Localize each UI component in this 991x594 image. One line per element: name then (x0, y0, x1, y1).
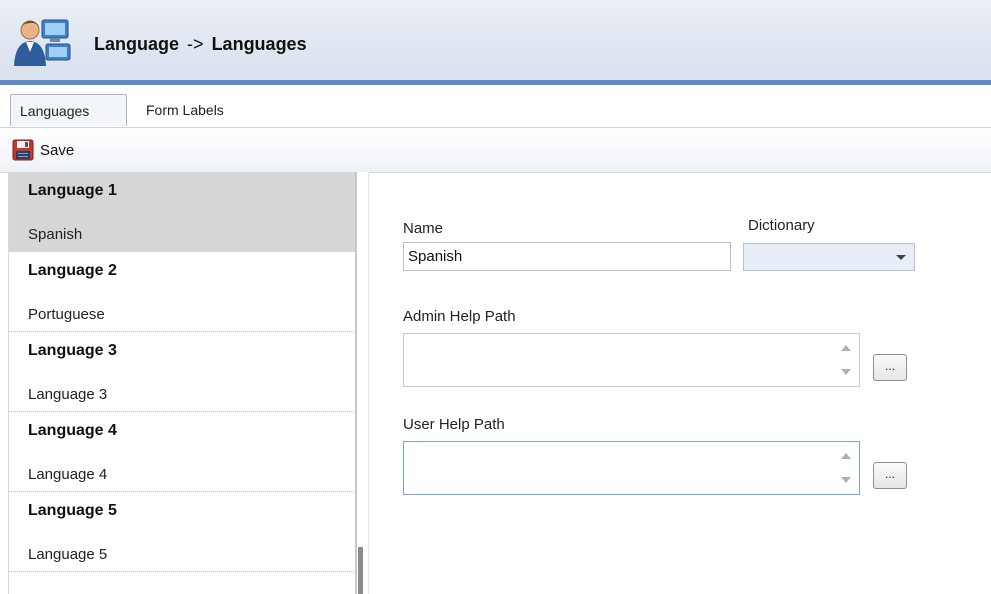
admin-help-path-field[interactable] (403, 333, 860, 387)
list-item-value: Language 5 (28, 546, 108, 563)
admin-help-scrollbar[interactable] (834, 335, 858, 385)
page-title-part1: Language (94, 34, 180, 54)
list-item-value: Language 4 (28, 466, 108, 483)
floppy-disk-icon (12, 139, 34, 161)
list-item-language-2[interactable]: Language 2 Portuguese (9, 252, 356, 332)
language-form: Name Dictionary Admin Help Path ... User… (370, 172, 991, 594)
chevron-down-icon[interactable] (896, 255, 906, 260)
scroll-up-icon[interactable] (841, 453, 851, 459)
list-item-language-4[interactable]: Language 4 Language 4 (9, 412, 356, 492)
dictionary-select[interactable] (743, 243, 915, 271)
dictionary-label: Dictionary (748, 217, 815, 234)
list-item-title: Language 1 (28, 182, 117, 199)
list-item-value: Spanish (28, 226, 83, 243)
user-help-path-label: User Help Path (403, 416, 505, 433)
list-item-title: Language 4 (28, 422, 117, 439)
admin-help-browse-button[interactable]: ... (873, 354, 907, 381)
save-button[interactable]: Save (12, 138, 74, 162)
admin-help-path-label: Admin Help Path (403, 308, 516, 325)
list-item-title: Language 3 (28, 342, 117, 359)
users-computer-icon (14, 19, 71, 66)
tab-languages[interactable]: Languages (10, 94, 127, 126)
scroll-down-icon[interactable] (841, 369, 851, 375)
language-list: Language 1 Spanish Language 2 Portuguese… (8, 172, 356, 594)
tab-bar: Languages Form Labels (0, 85, 991, 128)
list-item-language-3[interactable]: Language 3 Language 3 (9, 332, 356, 412)
list-item-title: Language 2 (28, 262, 117, 279)
name-field[interactable] (403, 242, 731, 271)
window-header: Language -> Languages (0, 0, 991, 80)
user-help-path-field[interactable] (403, 441, 860, 495)
toolbar: Save (0, 128, 991, 173)
user-help-browse-button[interactable]: ... (873, 462, 907, 489)
page-title: Language -> Languages (94, 34, 307, 55)
list-item-title: Language 5 (28, 502, 117, 519)
scroll-up-icon[interactable] (841, 345, 851, 351)
list-item-value: Portuguese (28, 306, 105, 323)
save-button-label: Save (40, 141, 75, 159)
list-item-language-5[interactable]: Language 5 Language 5 (9, 492, 356, 572)
scroll-down-icon[interactable] (841, 477, 851, 483)
splitter-grip[interactable] (358, 547, 363, 594)
page-title-arrow: -> (187, 34, 204, 54)
list-item-value: Language 3 (28, 386, 108, 403)
page-title-part2: Languages (211, 34, 307, 54)
user-help-scrollbar[interactable] (834, 443, 858, 493)
list-item-language-1[interactable]: Language 1 Spanish (9, 172, 356, 252)
name-label: Name (403, 220, 444, 237)
pane-splitter[interactable] (355, 172, 369, 594)
tab-form-labels[interactable]: Form Labels (137, 94, 233, 126)
